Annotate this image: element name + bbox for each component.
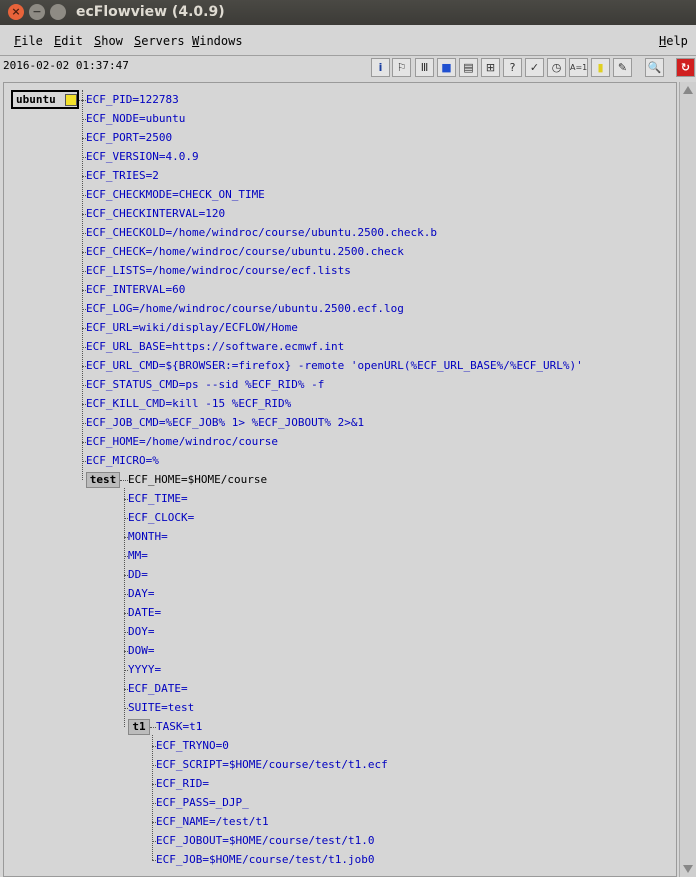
vertical-scrollbar[interactable] [679, 82, 696, 877]
window-title: ecFlowview (4.0.9) [76, 4, 225, 20]
info-icon[interactable]: i [371, 58, 390, 77]
task-node-t1[interactable]: t1 [128, 719, 150, 735]
tree-connector [82, 90, 83, 480]
scroll-up-icon[interactable] [683, 86, 693, 94]
variable-item[interactable]: ECF_URL_CMD=${BROWSER:=firefox} -remote … [86, 359, 583, 373]
colors-icon[interactable]: ■ [437, 58, 456, 77]
menu-label-rest: ile [21, 34, 43, 48]
suite-node-test[interactable]: test [86, 472, 120, 488]
doc-icon[interactable]: ▤ [459, 58, 478, 77]
variable-item[interactable]: MONTH= [128, 530, 168, 544]
minimize-icon[interactable]: − [29, 4, 45, 20]
variable-item[interactable]: ECF_TRIES=2 [86, 169, 159, 183]
variable-item[interactable]: ECF_CHECKINTERVAL=120 [86, 207, 225, 221]
title-bar: × − ecFlowview (4.0.9) [0, 0, 696, 25]
refresh-icon[interactable]: ↻ [676, 58, 695, 77]
variable-item[interactable]: ECF_PORT=2500 [86, 131, 172, 145]
bars-icon[interactable]: Ⅲ [415, 58, 434, 77]
variable-item[interactable]: ECF_LOG=/home/windroc/course/ubuntu.2500… [86, 302, 404, 316]
variable-item[interactable]: DATE= [128, 606, 161, 620]
check-icon[interactable]: ✓ [525, 58, 544, 77]
tree-connector [152, 735, 153, 860]
variable-item[interactable]: SUITE=test [128, 701, 194, 715]
variable-item[interactable]: ECF_PID=122783 [86, 93, 179, 107]
menu-servers[interactable]: Servers [134, 34, 185, 48]
menu-windows[interactable]: Windows [192, 34, 243, 48]
menu-edit[interactable]: Edit [54, 34, 83, 48]
variable-item[interactable]: ECF_HOME=$HOME/course [128, 473, 267, 487]
variable-item[interactable]: ECF_DATE= [128, 682, 188, 696]
note-icon [65, 94, 77, 106]
variable-item[interactable]: ECF_JOB=$HOME/course/test/t1.job0 [156, 853, 375, 867]
close-icon[interactable]: × [8, 4, 24, 20]
menu-label-rest: dit [61, 34, 83, 48]
menu-label-rest: ervers [141, 34, 185, 48]
variable-item[interactable]: ECF_URL=wiki/display/ECFLOW/Home [86, 321, 298, 335]
timestamp: 2016-02-02 01:37:47 [3, 59, 129, 72]
tree-panel[interactable]: ubuntu ECF_PID=122783 ECF_NODE=ubuntu ECF_P… [3, 82, 677, 877]
tree-connector [79, 100, 82, 101]
variable-item[interactable]: ECF_JOBOUT=$HOME/course/test/t1.0 [156, 834, 375, 848]
variable-item[interactable]: DD= [128, 568, 148, 582]
variable-item[interactable]: ECF_URL_BASE=https://software.ecmwf.int [86, 340, 344, 354]
tree-connector [152, 860, 156, 861]
pencil-icon[interactable]: ✎ [613, 58, 632, 77]
search-icon[interactable]: 🔍 [645, 58, 664, 77]
variable-item[interactable]: ECF_NODE=ubuntu [86, 112, 185, 126]
variable-item[interactable]: ECF_JOB_CMD=%ECF_JOB% 1> %ECF_JOBOUT% 2>… [86, 416, 364, 430]
variable-item[interactable]: ECF_CLOCK= [128, 511, 194, 525]
question-icon[interactable]: ? [503, 58, 522, 77]
menu-file[interactable]: File [14, 34, 43, 48]
menu-bar: File Edit Show Servers Windows Help [0, 25, 696, 56]
variable-item[interactable]: ECF_CHECK=/home/windroc/course/ubuntu.25… [86, 245, 404, 259]
maximize-icon[interactable] [50, 4, 66, 20]
clock-icon[interactable]: ◷ [547, 58, 566, 77]
scroll-down-icon[interactable] [683, 865, 693, 873]
variable-item[interactable]: ECF_NAME=/test/t1 [156, 815, 269, 829]
equal-icon[interactable]: A=1 [569, 58, 588, 77]
tree-icon[interactable]: ⊞ [481, 58, 500, 77]
toolbar: 2016-02-02 01:37:47 i ⚐ Ⅲ ■ ▤ ⊞? ✓ ◷ A=1 ▮ ✎ 🔍 ↻ [0, 56, 696, 80]
variable-item[interactable]: ECF_HOME=/home/windroc/course [86, 435, 278, 449]
variable-item[interactable]: ECF_PASS=_DJP_ [156, 796, 249, 810]
variable-item[interactable]: ECF_CHECKOLD=/home/windroc/course/ubuntu… [86, 226, 437, 240]
menu-show[interactable]: Show [94, 34, 123, 48]
variable-item[interactable]: TASK=t1 [156, 720, 202, 734]
variable-item[interactable]: ECF_INTERVAL=60 [86, 283, 185, 297]
variable-item[interactable]: ECF_TIME= [128, 492, 188, 506]
variable-item[interactable]: ECF_TRYNO=0 [156, 739, 229, 753]
variable-item[interactable]: DOY= [128, 625, 155, 639]
menu-label-rest: how [101, 34, 123, 48]
variable-item[interactable]: ECF_STATUS_CMD=ps --sid %ECF_RID% -f [86, 378, 324, 392]
variable-item[interactable]: YYYY= [128, 663, 161, 677]
variable-item[interactable]: ECF_SCRIPT=$HOME/course/test/t1.ecf [156, 758, 388, 772]
tree-connector [120, 480, 128, 481]
variable-item[interactable]: DAY= [128, 587, 155, 601]
flag-icon[interactable]: ⚐ [392, 58, 411, 77]
variable-item[interactable]: ECF_VERSION=4.0.9 [86, 150, 199, 164]
variable-item[interactable]: ECF_LISTS=/home/windroc/course/ecf.lists [86, 264, 351, 278]
variable-item[interactable]: DOW= [128, 644, 155, 658]
tree-connector [124, 488, 125, 727]
server-label: ubuntu [16, 93, 56, 106]
server-node[interactable]: ubuntu [11, 90, 79, 109]
variable-item[interactable]: ECF_CHECKMODE=CHECK_ON_TIME [86, 188, 265, 202]
menu-help[interactable]: Help [659, 34, 688, 48]
menu-label-rest: indows [199, 34, 243, 48]
variable-item[interactable]: MM= [128, 549, 148, 563]
note-icon[interactable]: ▮ [591, 58, 610, 77]
variable-item[interactable]: ECF_MICRO=% [86, 454, 159, 468]
variable-item[interactable]: ECF_RID= [156, 777, 209, 791]
variable-item[interactable]: ECF_KILL_CMD=kill -15 %ECF_RID% [86, 397, 291, 411]
menu-label-rest: elp [666, 34, 688, 48]
